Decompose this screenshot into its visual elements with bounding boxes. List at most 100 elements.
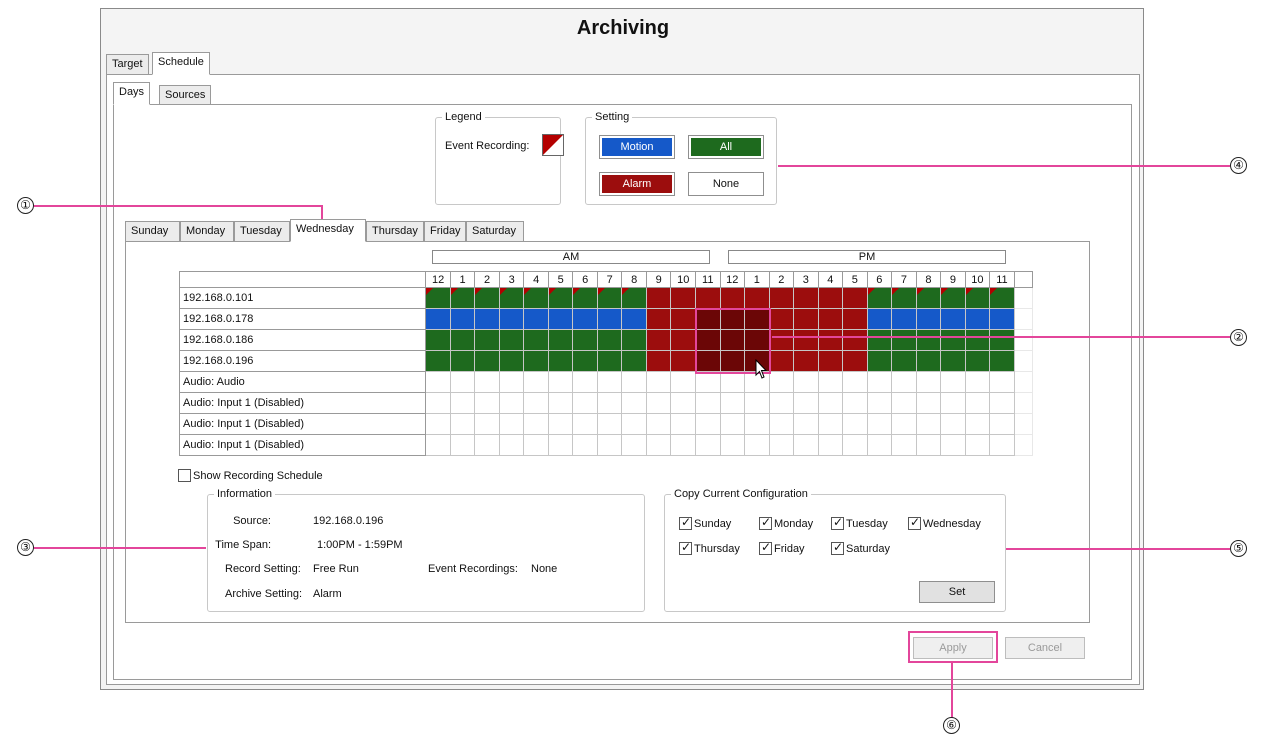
schedule-cell[interactable] [817, 329, 844, 351]
tab-sources[interactable]: Sources [159, 85, 212, 106]
schedule-cell[interactable] [842, 434, 868, 456]
schedule-cell[interactable] [989, 350, 1015, 372]
schedule-cell[interactable] [695, 413, 721, 435]
schedule-cell[interactable] [645, 392, 672, 414]
schedule-cell[interactable] [719, 329, 746, 351]
copy-day-thursday[interactable]: Thursday [679, 540, 740, 555]
cancel-button[interactable]: Cancel [1005, 637, 1085, 659]
schedule-cell[interactable] [768, 371, 795, 393]
schedule-cell[interactable] [768, 434, 795, 456]
schedule-cell[interactable] [817, 350, 844, 372]
schedule-cell[interactable] [645, 329, 672, 351]
schedule-cell[interactable] [719, 434, 746, 456]
schedule-cell[interactable] [449, 413, 476, 435]
schedule-cell[interactable] [695, 371, 721, 393]
schedule-cell[interactable] [891, 371, 917, 393]
schedule-cell[interactable] [989, 413, 1015, 435]
schedule-cell[interactable] [744, 287, 770, 309]
schedule-cell[interactable] [891, 350, 917, 372]
schedule-cell[interactable] [621, 392, 647, 414]
schedule-cell[interactable] [596, 434, 623, 456]
schedule-cell[interactable] [670, 287, 696, 309]
schedule-cell[interactable] [425, 434, 451, 456]
schedule-cell[interactable] [915, 392, 942, 414]
schedule-cell[interactable] [670, 392, 696, 414]
schedule-cell[interactable] [523, 308, 549, 330]
schedule-cell[interactable] [964, 371, 991, 393]
schedule-cell[interactable] [645, 350, 672, 372]
schedule-cell[interactable] [842, 350, 868, 372]
schedule-cell[interactable] [915, 308, 942, 330]
schedule-cell[interactable] [523, 392, 549, 414]
schedule-cell[interactable] [572, 434, 598, 456]
schedule-cell[interactable] [940, 329, 966, 351]
schedule-cell[interactable] [940, 308, 966, 330]
schedule-cell[interactable] [817, 392, 844, 414]
schedule-cell[interactable] [474, 392, 500, 414]
schedule-cell[interactable] [793, 434, 819, 456]
schedule-cell[interactable] [596, 287, 623, 309]
schedule-cell[interactable] [719, 308, 746, 330]
schedule-cell[interactable] [474, 308, 500, 330]
schedule-cell[interactable] [572, 371, 598, 393]
schedule-cell[interactable] [964, 413, 991, 435]
schedule-cell[interactable] [425, 392, 451, 414]
schedule-cell[interactable] [989, 287, 1015, 309]
schedule-grid[interactable]: 12 1 2 3 4 5 6 7 8 9 10 11 12 1 2 3 4 5 6 7 8 9 10 11 192.168.0… [178, 271, 1034, 456]
schedule-cell[interactable] [449, 371, 476, 393]
schedule-cell[interactable] [645, 308, 672, 330]
schedule-cell[interactable] [547, 413, 574, 435]
copy-day-tuesday[interactable]: Tuesday [831, 515, 888, 530]
schedule-cell[interactable] [964, 287, 991, 309]
show-recording-schedule-checkbox[interactable] [178, 469, 191, 482]
schedule-cell[interactable] [989, 434, 1015, 456]
schedule-cell[interactable] [474, 371, 500, 393]
schedule-cell[interactable] [621, 434, 647, 456]
schedule-cell[interactable] [817, 287, 844, 309]
copy-day-checkbox[interactable] [831, 515, 844, 530]
schedule-cell[interactable] [523, 329, 549, 351]
tab-target[interactable]: Target [106, 54, 149, 75]
schedule-cell[interactable] [915, 434, 942, 456]
schedule-cell[interactable] [474, 434, 500, 456]
copy-day-checkbox[interactable] [759, 515, 772, 530]
schedule-cell[interactable] [695, 308, 721, 330]
schedule-cell[interactable] [964, 329, 991, 351]
schedule-cell[interactable] [547, 308, 574, 330]
schedule-cell[interactable] [474, 287, 500, 309]
schedule-cell[interactable] [940, 413, 966, 435]
set-button[interactable]: Set [919, 581, 995, 603]
schedule-cell[interactable] [695, 287, 721, 309]
schedule-cell[interactable] [498, 434, 525, 456]
schedule-cell[interactable] [989, 329, 1015, 351]
schedule-cell[interactable] [474, 350, 500, 372]
schedule-cell[interactable] [793, 413, 819, 435]
schedule-cell[interactable] [523, 287, 549, 309]
schedule-cell[interactable] [768, 287, 795, 309]
schedule-cell[interactable] [866, 413, 893, 435]
schedule-cell[interactable] [425, 413, 451, 435]
schedule-cell[interactable] [596, 350, 623, 372]
schedule-cell[interactable] [449, 350, 476, 372]
schedule-cell[interactable] [498, 392, 525, 414]
schedule-cell[interactable] [621, 329, 647, 351]
schedule-cell[interactable] [817, 434, 844, 456]
schedule-cell[interactable] [621, 350, 647, 372]
schedule-cell[interactable] [547, 287, 574, 309]
schedule-cell[interactable] [989, 308, 1015, 330]
schedule-cell[interactable] [719, 392, 746, 414]
schedule-cell[interactable] [645, 434, 672, 456]
schedule-cell[interactable] [695, 350, 721, 372]
schedule-cell[interactable] [621, 371, 647, 393]
schedule-cell[interactable] [768, 308, 795, 330]
schedule-cell[interactable] [866, 287, 893, 309]
schedule-cell[interactable] [793, 392, 819, 414]
schedule-cell[interactable] [695, 329, 721, 351]
schedule-cell[interactable] [498, 308, 525, 330]
day-tab-friday[interactable]: Friday [424, 221, 466, 242]
schedule-cell[interactable] [842, 287, 868, 309]
schedule-cell[interactable] [940, 392, 966, 414]
schedule-cell[interactable] [940, 350, 966, 372]
motion-button[interactable]: Motion [599, 135, 675, 159]
schedule-cell[interactable] [768, 392, 795, 414]
